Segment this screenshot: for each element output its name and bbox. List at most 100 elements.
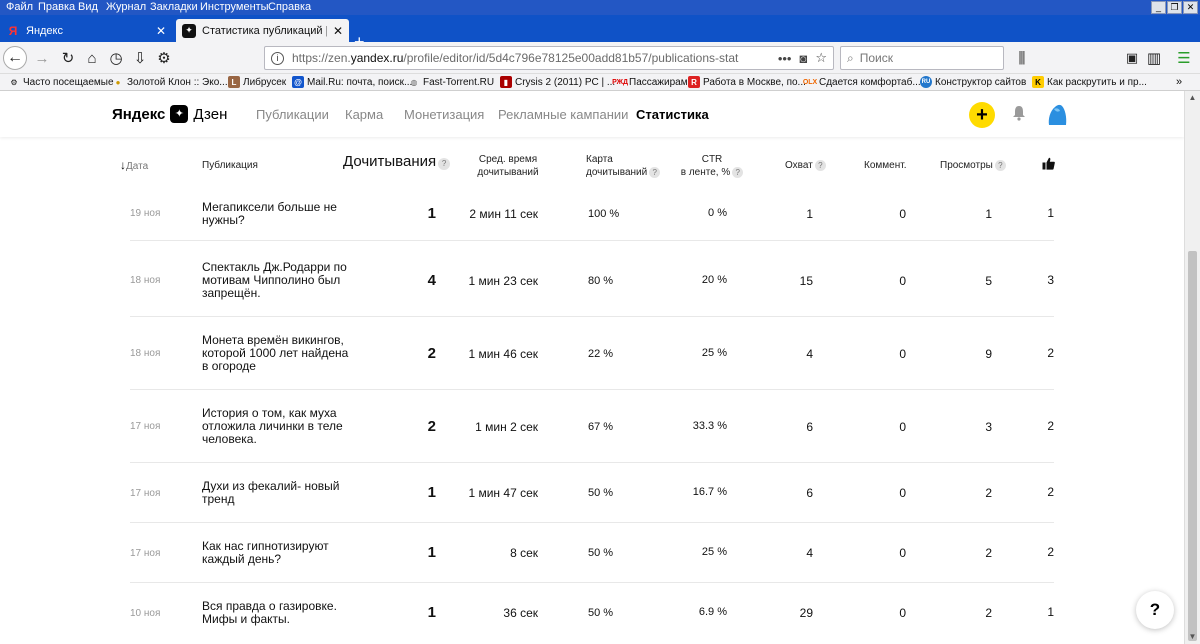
bookmark-item[interactable]: K Как раскрутить и пр... bbox=[1032, 76, 1147, 88]
column-date[interactable]: ↓Дата bbox=[120, 159, 148, 173]
tab-yandex[interactable]: Я Яндекс ✕ bbox=[0, 19, 172, 42]
table-row[interactable]: 17 ноя Духи из фекалий- новый тренд 1 1 … bbox=[130, 463, 1054, 523]
column-publication: Публикация bbox=[202, 160, 258, 171]
more-bookmarks-icon[interactable]: » bbox=[1176, 76, 1182, 88]
bookmark-item[interactable]: ⚙ Часто посещаемые bbox=[8, 76, 113, 88]
search-box[interactable]: ⌕ Поиск bbox=[840, 46, 1004, 70]
train-icon: РЖД bbox=[612, 78, 628, 86]
bookmark-item[interactable]: OLX Сдается комфортаб... bbox=[803, 76, 921, 88]
row-date: 19 ноя bbox=[130, 208, 161, 219]
table-row[interactable]: 17 ноя История о том, как муха отложила … bbox=[130, 390, 1054, 463]
bookmark-item[interactable]: ● Золотой Клон :: Эко... bbox=[112, 76, 228, 88]
close-tab-icon[interactable]: ✕ bbox=[156, 24, 166, 38]
k-icon: K bbox=[1032, 76, 1044, 88]
table-row[interactable]: 18 ноя Спектакль Дж.Родарри по мотивам Ч… bbox=[130, 241, 1054, 317]
table-row[interactable]: 10 ноя Вся правда о газировке. Мифы и фа… bbox=[130, 583, 1054, 643]
download-icon[interactable]: ⇩ bbox=[128, 46, 152, 70]
row-reads-map: 22 % bbox=[588, 348, 614, 360]
bookmark-item[interactable]: R Работа в Москве, по... bbox=[688, 76, 806, 88]
library-icon[interactable]: ⫼ bbox=[1010, 46, 1034, 70]
scroll-up-icon[interactable]: ▲ bbox=[1187, 93, 1198, 103]
menu-edit[interactable]: Правка bbox=[38, 1, 75, 13]
row-avg-time: 1 мин 2 сек bbox=[475, 420, 538, 434]
row-comments: 0 bbox=[899, 420, 906, 434]
pocket-icon[interactable]: ◙ bbox=[799, 51, 807, 66]
window-controls: _ ❐ ✕ bbox=[1151, 1, 1198, 14]
scroll-down-icon[interactable]: ▼ bbox=[1187, 632, 1198, 642]
column-reads-map: Карта дочитываний? bbox=[586, 153, 661, 179]
page-scrollbar[interactable]: ▲ ▼ bbox=[1184, 91, 1200, 644]
row-title[interactable]: История о том, как муха отложила личинки… bbox=[202, 407, 352, 446]
nav-karma[interactable]: Карма bbox=[345, 107, 383, 122]
sidebar-icon[interactable]: ▥ bbox=[1142, 46, 1166, 70]
menu-history[interactable]: Журнал bbox=[106, 1, 146, 13]
back-button[interactable]: ← bbox=[3, 46, 27, 70]
nav-statistics[interactable]: Статистика bbox=[636, 107, 709, 122]
row-title[interactable]: Монета времён викингов, которой 1000 лет… bbox=[202, 334, 352, 373]
add-publication-button[interactable]: + bbox=[969, 102, 995, 128]
row-title[interactable]: Духи из фекалий- новый тренд bbox=[202, 480, 352, 506]
column-reads[interactable]: Дочитывания? bbox=[343, 154, 451, 170]
bookmark-item[interactable]: ▮ Crysis 2 (2011) PC | ... bbox=[500, 76, 615, 88]
bookmark-item[interactable]: @ Mail.Ru: почта, поиск... bbox=[292, 76, 412, 88]
address-bar[interactable]: i https://zen.yandex.ru/profile/editor/i… bbox=[264, 46, 834, 70]
url-text[interactable]: https://zen.yandex.ru/profile/editor/id/… bbox=[292, 51, 770, 65]
avatar[interactable] bbox=[1046, 103, 1068, 127]
nav-ad-campaigns[interactable]: Рекламные кампании bbox=[498, 107, 628, 122]
row-reads: 2 bbox=[427, 345, 436, 362]
row-title[interactable]: Вся правда о газировке. Мифы и факты. bbox=[202, 600, 352, 626]
row-ctr: 25 % bbox=[701, 347, 727, 359]
row-reads: 1 bbox=[427, 205, 436, 222]
bookmark-item[interactable]: L Либрусек bbox=[228, 76, 286, 88]
row-avg-time: 1 мин 23 сек bbox=[468, 274, 538, 288]
hamburger-menu-icon[interactable]: ☰ bbox=[1172, 46, 1196, 70]
close-tab-icon[interactable]: ✕ bbox=[333, 24, 343, 38]
settings-gear-icon[interactable]: ⚙ bbox=[152, 46, 176, 70]
nav-publications[interactable]: Публикации bbox=[256, 107, 329, 122]
scrollbar-thumb[interactable] bbox=[1188, 251, 1197, 641]
menu-tools[interactable]: Инструменты bbox=[200, 1, 269, 13]
help-button[interactable]: ? bbox=[1136, 591, 1174, 629]
row-title[interactable]: Как нас гипнотизируют каждый день? bbox=[202, 540, 352, 566]
home-button[interactable]: ⌂ bbox=[80, 46, 104, 70]
page-actions-icon[interactable]: ••• bbox=[778, 51, 792, 66]
job-icon: R bbox=[688, 76, 700, 88]
tab-statistics[interactable]: ✦ Статистика публикаций | Янде ✕ bbox=[176, 19, 349, 42]
row-ctr: 33.3 % bbox=[692, 420, 727, 432]
row-reads: 1 bbox=[427, 604, 436, 621]
zen-logo[interactable]: Яндекс ✦ Дзен bbox=[112, 105, 227, 123]
mail-icon: @ bbox=[292, 76, 304, 88]
bookmark-item[interactable]: ◍ Fast-Torrent.RU bbox=[408, 76, 495, 88]
reload-button[interactable]: ↻ bbox=[56, 46, 80, 70]
help-icon[interactable]: ? bbox=[732, 167, 744, 178]
row-date: 18 ноя bbox=[130, 348, 161, 359]
history-clock-icon[interactable]: ◷ bbox=[104, 46, 128, 70]
table-row[interactable]: 19 ноя Мегапиксели больше не нужны? 1 2 … bbox=[130, 195, 1054, 241]
table-row[interactable]: 18 ноя Монета времён викингов, которой 1… bbox=[130, 317, 1054, 390]
close-window-button[interactable]: ✕ bbox=[1183, 1, 1198, 14]
thumbs-up-icon bbox=[1042, 157, 1055, 170]
bookmark-item[interactable]: RU Конструктор сайтов bbox=[920, 76, 1026, 88]
nav-monetization[interactable]: Монетизация bbox=[404, 107, 484, 122]
coin-icon: ● bbox=[115, 77, 121, 87]
forward-button[interactable]: → bbox=[30, 46, 54, 70]
bookmark-item[interactable]: РЖД Пассажирам bbox=[612, 76, 688, 88]
help-icon[interactable]: ? bbox=[994, 160, 1006, 171]
help-icon[interactable]: ? bbox=[649, 167, 661, 178]
help-icon[interactable]: ? bbox=[438, 158, 451, 170]
extension-badge-icon[interactable]: ▣ bbox=[1120, 46, 1144, 70]
minimize-button[interactable]: _ bbox=[1151, 1, 1166, 14]
row-title[interactable]: Мегапиксели больше не нужны? bbox=[202, 201, 352, 227]
maximize-button[interactable]: ❐ bbox=[1167, 1, 1182, 14]
menu-help[interactable]: Справка bbox=[268, 1, 311, 13]
menu-bookmarks[interactable]: Закладки bbox=[150, 1, 198, 13]
menu-view[interactable]: Вид bbox=[78, 1, 98, 13]
bell-icon[interactable] bbox=[1012, 105, 1026, 121]
table-row[interactable]: 17 ноя Как нас гипнотизируют каждый день… bbox=[130, 523, 1054, 583]
help-icon[interactable]: ? bbox=[814, 160, 826, 171]
site-info-icon[interactable]: i bbox=[271, 51, 284, 65]
row-title[interactable]: Спектакль Дж.Родарри по мотивам Чипполин… bbox=[202, 261, 352, 300]
menu-file[interactable]: Файл bbox=[6, 1, 33, 13]
bookmark-star-icon[interactable]: ☆ bbox=[815, 50, 827, 66]
gear-icon: ⚙ bbox=[10, 77, 18, 87]
